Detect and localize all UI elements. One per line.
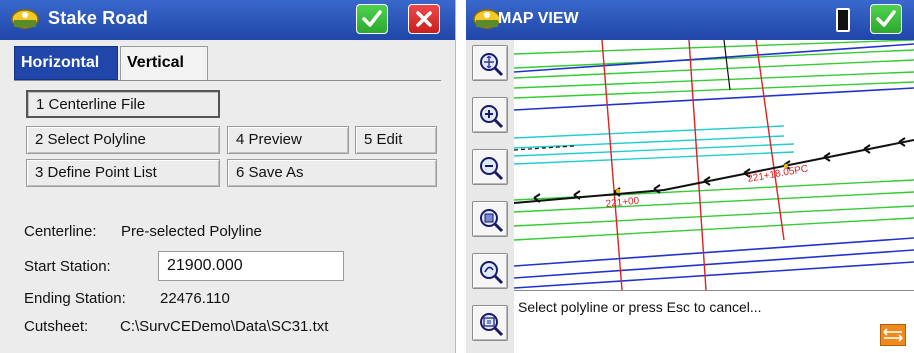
close-button[interactable] [408,4,440,34]
title-bar: Stake Road [0,0,455,40]
ending-station-label: Ending Station: [24,290,126,307]
close-icon [416,11,432,27]
centerline-value: Pre-selected Polyline [121,223,262,240]
start-station-label: Start Station: [24,258,111,275]
window-title: Stake Road [48,8,149,28]
select-polyline-button[interactable]: 2 Select Polyline [26,126,220,154]
define-point-list-button[interactable]: 3 Define Point List [26,159,220,187]
cutsheet-label: Cutsheet: [24,318,89,335]
station-label-221: 221+00 [605,195,640,210]
ending-station-value: 22476.110 [160,290,230,307]
zoom-limits-button[interactable] [472,305,508,341]
station-marker [615,188,621,194]
map-ok-button[interactable] [870,4,902,34]
zoom-limits-icon [480,313,504,337]
zoom-previous-button[interactable] [472,253,508,289]
green-linework [514,40,914,241]
zoom-window-icon [480,209,504,233]
tab-horizontal[interactable]: Horizontal [14,46,118,80]
tab-divider [14,80,441,81]
tab-vertical[interactable]: Vertical [120,46,208,80]
zoom-window-button[interactable] [472,201,508,237]
zoom-in-button[interactable] [472,97,508,133]
pan-button[interactable] [880,324,906,346]
centerline-file-button[interactable]: 1 Centerline File [26,90,220,118]
status-area: Select polyline or press Esc to cancel..… [514,290,914,353]
save-as-button[interactable]: 6 Save As [227,159,437,187]
ok-button[interactable] [356,4,388,34]
cyan-linework [514,125,795,165]
preview-button[interactable]: 4 Preview [227,126,349,154]
map-view-window: MAP VIEW 221+00 221+18.05PC Select polyl… [466,0,914,353]
map-drawing: 221+00 221+18.05PC [514,40,914,290]
zoom-extents-icon [480,53,504,77]
checkmark-icon [876,10,896,27]
checkmark-icon [362,10,382,27]
map-canvas[interactable]: 221+00 221+18.05PC [514,40,914,290]
zoom-in-icon [480,105,504,129]
cutsheet-path: C:\SurvCEDemo\Data\SC31.txt [120,318,329,335]
zoom-out-icon [480,157,504,181]
map-title-bar: MAP VIEW [466,0,914,40]
battery-icon [836,8,850,32]
zoom-extents-button[interactable] [472,45,508,81]
status-message: Select polyline or press Esc to cancel..… [518,299,762,315]
app-logo-icon [11,9,39,29]
start-station-field[interactable]: 21900.000 [158,251,344,281]
edit-button[interactable]: 5 Edit [355,126,437,154]
map-title: MAP VIEW [498,10,579,27]
stake-road-dialog: Stake Road Horizontal Vertical 1 Centerl… [0,0,456,353]
red-section-lines [601,40,785,290]
pan-arrows-icon [883,328,903,342]
zoom-out-button[interactable] [472,149,508,185]
centerline-label: Centerline: [24,223,97,240]
zoom-previous-icon [480,261,504,285]
map-toolbar [466,40,514,353]
